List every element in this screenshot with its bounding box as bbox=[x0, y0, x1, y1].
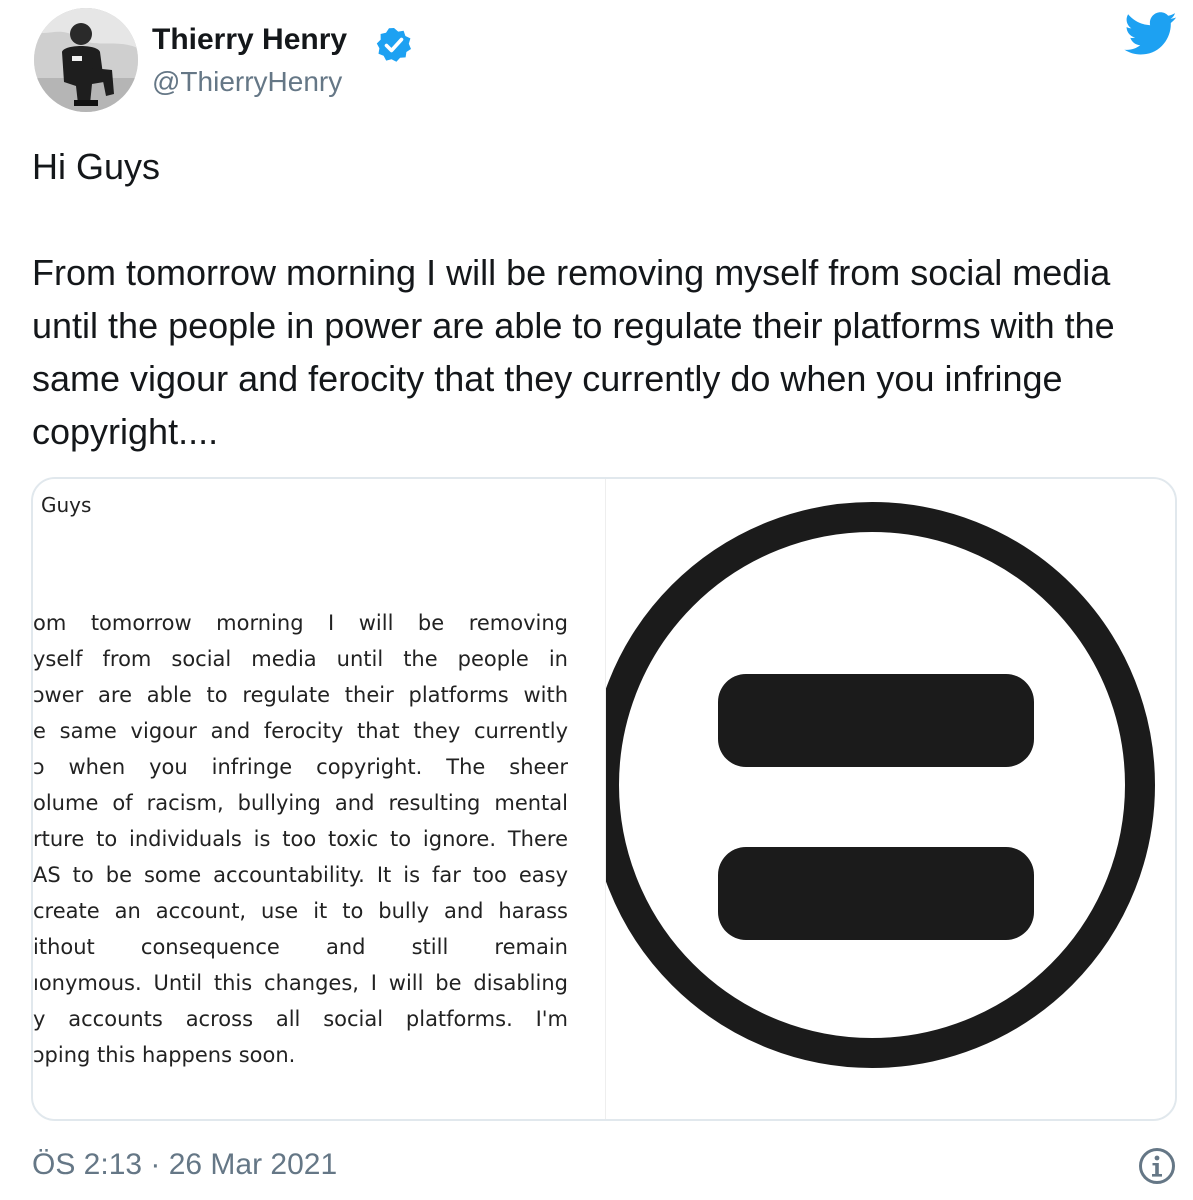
tweet-greeting: Hi Guys bbox=[32, 146, 161, 187]
verified-badge-icon bbox=[376, 28, 411, 62]
letter-greeting: Guys bbox=[41, 493, 92, 517]
letter-line: ithout consequence and still remain bbox=[33, 935, 568, 959]
letter-line: rture to individuals is too toxic to ign… bbox=[33, 827, 568, 851]
equality-sign-icon bbox=[589, 502, 1155, 1068]
letter-line: y accounts across all social platforms. … bbox=[33, 1007, 568, 1031]
tweet-media[interactable]: Guys om tomorrow morning I will be remov… bbox=[31, 477, 1177, 1121]
letter-image[interactable]: Guys om tomorrow morning I will be remov… bbox=[33, 479, 605, 1119]
letter-line: e same vigour and ferocity that they cur… bbox=[33, 719, 568, 743]
avatar-photo bbox=[34, 8, 138, 112]
letter-line: ɔ when you infringe copyright. The sheer bbox=[33, 755, 568, 779]
twitter-bird-icon[interactable] bbox=[1124, 12, 1178, 56]
avatar[interactable] bbox=[34, 8, 138, 112]
letter-line: AS to be some accountability. It is far … bbox=[33, 863, 568, 887]
letter-line: ɔwer are able to regulate their platform… bbox=[33, 683, 568, 707]
letter-line: olume of racism, bullying and resulting … bbox=[33, 791, 568, 815]
author-display-name[interactable]: Thierry Henry bbox=[152, 20, 347, 60]
letter-line: yself from social media until the people… bbox=[33, 647, 568, 671]
author-handle[interactable]: @ThierryHenry bbox=[152, 63, 342, 101]
equality-image[interactable] bbox=[589, 479, 1175, 1119]
tweet-text: From tomorrow morning I will be removing… bbox=[32, 252, 1115, 452]
letter-line: om tomorrow morning I will be removing bbox=[33, 611, 568, 635]
letter-text: om tomorrow morning I will be removing y… bbox=[33, 605, 568, 1073]
info-icon[interactable] bbox=[1138, 1147, 1176, 1185]
letter-line: create an account, use it to bully and h… bbox=[33, 899, 568, 923]
tweet-timestamp[interactable]: ÖS 2:13 · 26 Mar 2021 bbox=[32, 1146, 337, 1184]
letter-line: ıonymous. Until this changes, I will be … bbox=[33, 971, 568, 995]
letter-line: ɔping this happens soon. bbox=[33, 1043, 296, 1067]
